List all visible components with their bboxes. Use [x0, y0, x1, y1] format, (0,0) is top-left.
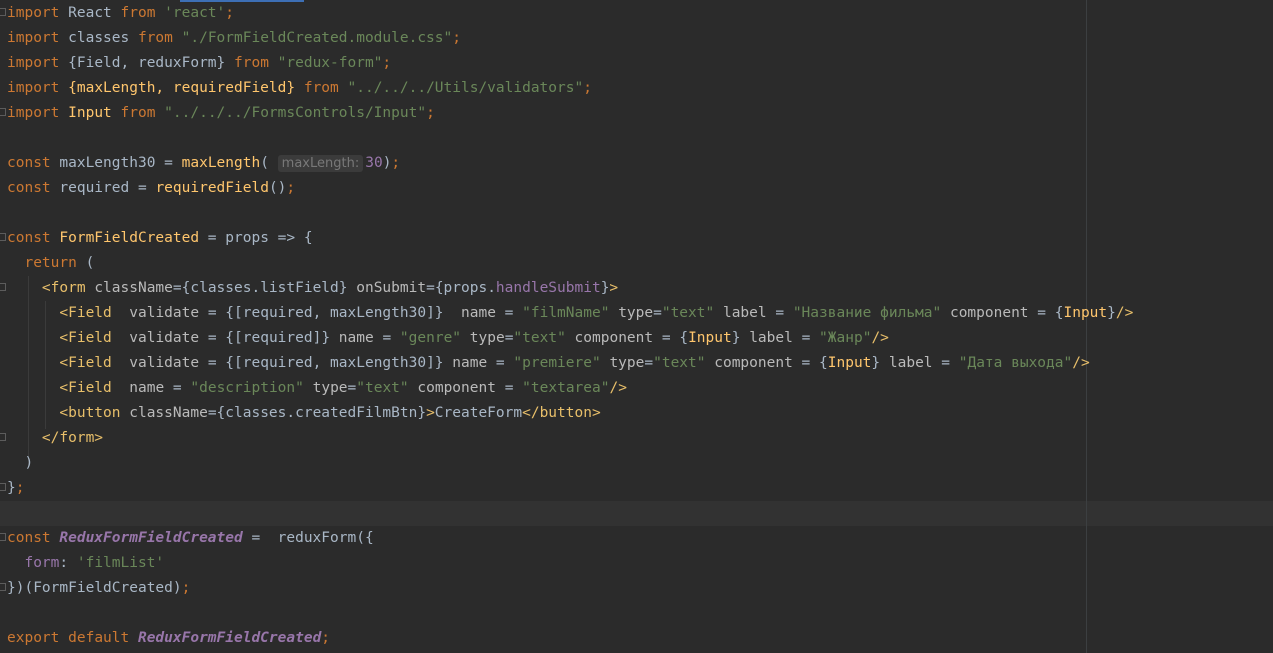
code-line-15: <Field validate = {[required, maxLength3… — [59, 355, 1090, 371]
code-editor[interactable]: import React from 'react'; import classe… — [0, 0, 1273, 653]
fold-marker-icon[interactable] — [0, 8, 6, 16]
code-line-1: import React from 'react'; — [7, 5, 235, 21]
code-line-14: <Field validate = {[required]} name = "g… — [59, 330, 889, 346]
code-line-22: const ReduxFormFieldCreated = reduxForm(… — [7, 530, 374, 546]
current-line-highlight — [0, 501, 1273, 526]
code-line-10: const FormFieldCreated = props => { — [7, 230, 313, 246]
code-line-2: import classes from "./FormFieldCreated.… — [7, 30, 461, 46]
fold-marker-icon[interactable] — [0, 233, 6, 241]
code-line-23: form: 'filmList' — [24, 555, 165, 571]
code-line-19: ) — [7, 455, 34, 471]
code-line-18: </form> — [41, 430, 104, 446]
code-line-8: const required = requiredField(); — [7, 180, 296, 196]
code-line-17: <button className={classes.createdFilmBt… — [59, 405, 601, 421]
code-line-13: <Field validate = {[required, maxLength3… — [59, 305, 1134, 321]
fold-marker-icon[interactable] — [0, 283, 6, 291]
fold-marker-icon[interactable] — [0, 583, 6, 591]
code-line-4: import {maxLength, requiredField} from "… — [7, 80, 592, 96]
code-line-12: <form className={classes.listField} onSu… — [41, 280, 619, 296]
right-margin-guide — [1086, 0, 1087, 653]
fold-marker-icon[interactable] — [0, 433, 6, 441]
code-line-16: <Field name = "description" type="text" … — [59, 380, 627, 396]
fold-marker-icon[interactable] — [0, 108, 6, 116]
parameter-hint: maxLength: — [277, 155, 364, 172]
code-line-24: })(FormFieldCreated); — [7, 580, 191, 596]
code-line-5: import Input from "../../../FormsControl… — [7, 105, 435, 121]
fold-marker-icon[interactable] — [0, 533, 6, 541]
code-line-20: }; — [7, 480, 25, 496]
code-line-3: import {Field, reduxForm} from "redux-fo… — [7, 55, 392, 71]
code-line-7: const maxLength30 = maxLength( maxLength… — [7, 155, 401, 172]
code-line-11: return ( — [24, 255, 95, 271]
fold-marker-icon[interactable] — [0, 483, 6, 491]
code-line-26: export default ReduxFormFieldCreated; — [7, 630, 331, 646]
